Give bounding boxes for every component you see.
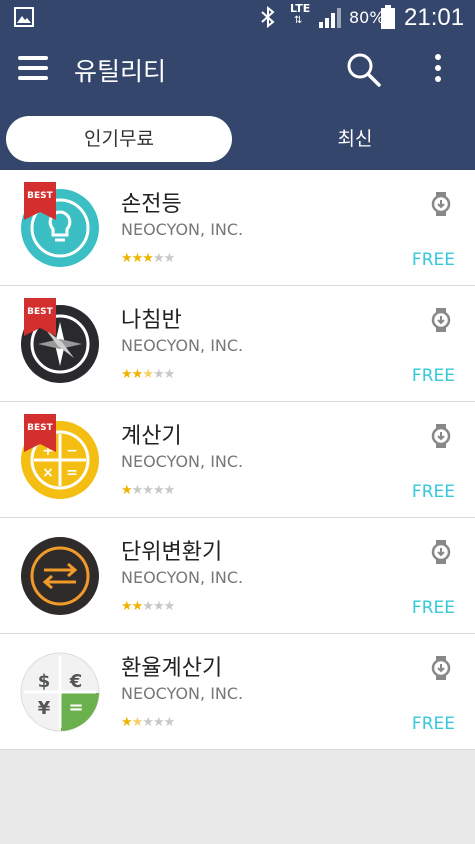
app-developer: NEOCYON, INC. — [121, 336, 244, 355]
tab-latest[interactable]: 최신 — [242, 116, 468, 162]
tab-popular-free[interactable]: 인기무료 — [6, 116, 232, 162]
list-item[interactable]: $ € ¥ = 환율계산기 NEOCYON, INC. ★★★★★ FREE — [0, 634, 475, 750]
gallery-icon — [14, 7, 34, 27]
bluetooth-icon — [261, 6, 275, 28]
battery-percent: 80% — [349, 8, 385, 27]
app-developer: NEOCYON, INC. — [121, 568, 244, 587]
app-name: 환율계산기 — [121, 656, 223, 681]
watch-icon — [431, 308, 451, 332]
svg-text:¥: ¥ — [38, 698, 51, 719]
price-label: FREE — [411, 714, 455, 734]
best-badge: BEST — [24, 182, 56, 220]
svg-text:$: $ — [38, 671, 51, 692]
app-name: 계산기 — [121, 424, 182, 449]
best-badge: BEST — [24, 414, 56, 452]
price-label: FREE — [411, 250, 455, 270]
data-arrows-icon: ⇅ — [294, 15, 303, 26]
rating-stars: ★★★★★ — [121, 599, 175, 614]
tab-bar: 인기무료 최신 — [0, 106, 475, 170]
price-label: FREE — [411, 366, 455, 386]
svg-text:€: € — [69, 671, 83, 692]
list-item[interactable]: BEST 나침반 NEOCYON, INC. ★★★★★ FREE — [0, 286, 475, 402]
svg-text:×: × — [42, 465, 54, 481]
app-name: 단위변환기 — [121, 540, 223, 565]
rating-stars: ★★★★★ — [121, 483, 175, 498]
rating-stars: ★★★★★ — [121, 251, 175, 266]
app-developer: NEOCYON, INC. — [121, 220, 244, 239]
watch-icon — [431, 192, 451, 216]
watch-icon — [431, 424, 451, 448]
svg-text:=: = — [68, 697, 83, 718]
svg-text:−: − — [66, 443, 78, 459]
price-label: FREE — [411, 598, 455, 618]
app-bar: 유틸리티 — [0, 34, 475, 106]
currency-calculator-icon: $ € ¥ = — [20, 652, 100, 732]
rating-stars: ★★★★★ — [121, 715, 175, 730]
battery-icon — [381, 5, 395, 29]
rating-stars: ★★★★★ — [121, 367, 175, 382]
watch-icon — [431, 656, 451, 680]
list-item[interactable]: + − × = BEST 계산기 NEOCYON, INC. ★★★★★ FRE… — [0, 402, 475, 518]
svg-text:BEST: BEST — [27, 191, 53, 201]
page-title: 유틸리티 — [74, 57, 167, 86]
more-options-icon[interactable] — [428, 54, 448, 86]
app-name: 나침반 — [121, 308, 182, 333]
svg-text:=: = — [66, 465, 78, 481]
signal-icon — [319, 8, 341, 28]
app-list: BEST 손전등 NEOCYON, INC. ★★★★★ FREE BEST 나… — [0, 170, 475, 750]
network-type: LTE — [290, 2, 311, 15]
list-item[interactable]: 단위변환기 NEOCYON, INC. ★★★★★ FREE — [0, 518, 475, 634]
svg-text:BEST: BEST — [27, 307, 53, 317]
price-label: FREE — [411, 482, 455, 502]
app-developer: NEOCYON, INC. — [121, 684, 244, 703]
watch-icon — [431, 540, 451, 564]
app-developer: NEOCYON, INC. — [121, 452, 244, 471]
list-item[interactable]: BEST 손전등 NEOCYON, INC. ★★★★★ FREE — [0, 170, 475, 286]
app-name: 손전등 — [121, 192, 182, 217]
search-icon[interactable] — [346, 52, 382, 88]
menu-icon[interactable] — [18, 56, 48, 82]
status-bar: LTE ⇅ 80% 21:01 — [0, 0, 475, 34]
svg-text:BEST: BEST — [27, 423, 53, 433]
best-badge: BEST — [24, 298, 56, 336]
unit-converter-icon — [20, 536, 100, 616]
clock: 21:01 — [404, 4, 465, 31]
